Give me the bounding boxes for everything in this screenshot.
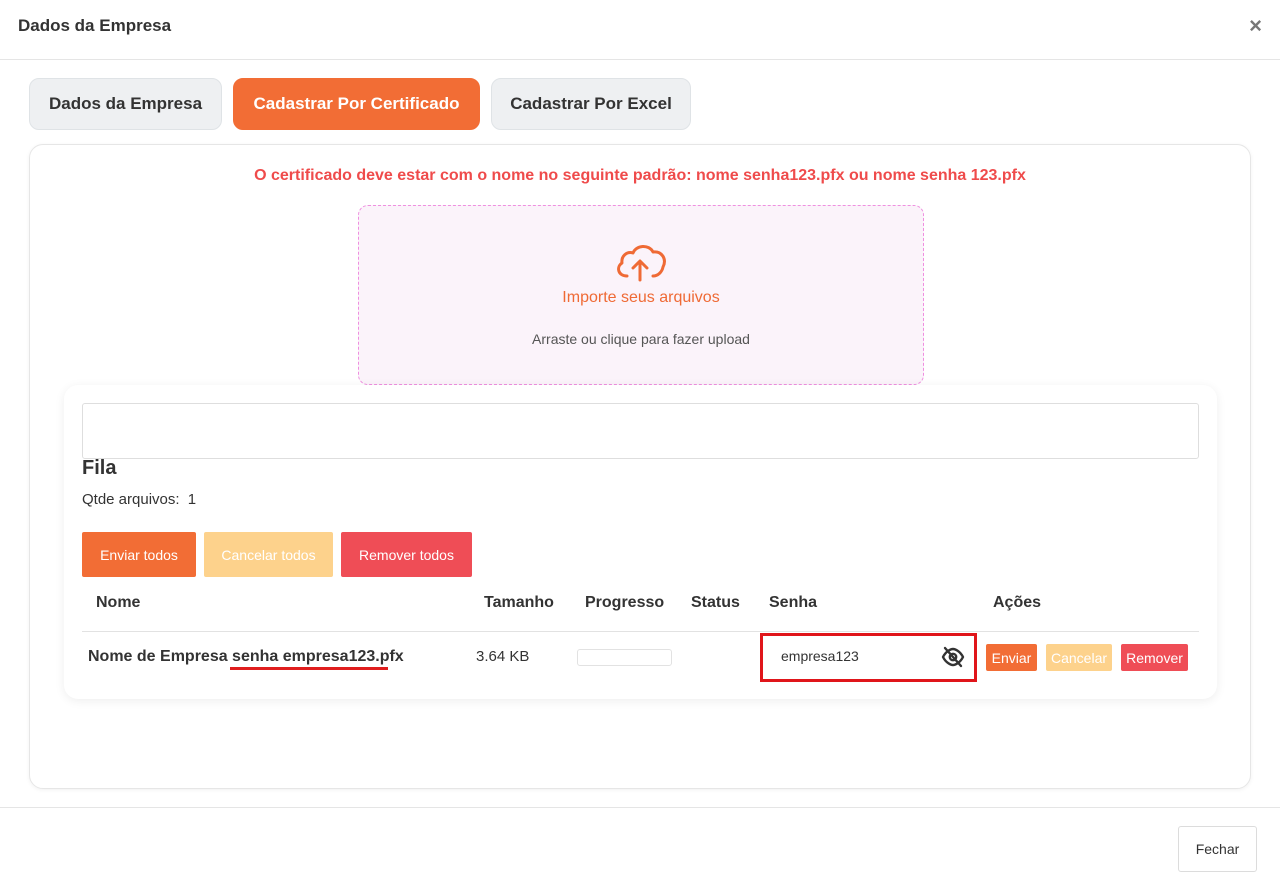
certificate-card: O certificado deve estar com o nome no s… [29,144,1251,789]
column-header-name: Nome [96,594,141,611]
cancel-all-button[interactable]: Cancelar todos [204,532,333,577]
queue-count-value: 1 [187,491,197,508]
tab-cadastrar-por-certificado[interactable]: Cadastrar Por Certificado [233,78,480,130]
close-icon[interactable]: × [1249,14,1262,38]
table-divider [82,631,1199,632]
password-highlight-box [760,633,977,682]
tab-bar: Dados da Empresa Cadastrar Por Certifica… [29,78,691,130]
queue-count-label: Qtde arquivos: [82,491,180,508]
modal-title: Dados da Empresa [18,16,172,35]
remove-file-button[interactable]: Remover [1121,644,1188,671]
queue-title: Fila [82,457,117,479]
empty-preview-area [82,403,1199,459]
eye-slash-icon[interactable] [941,646,965,668]
upload-progress-bar [577,649,672,666]
column-header-progress: Progresso [585,594,665,611]
password-part-underline [230,667,388,670]
close-button[interactable]: Fechar [1178,826,1257,872]
column-header-actions: Ações [993,594,1042,611]
modal-header: Dados da Empresa × [0,0,1280,60]
send-all-button[interactable]: Enviar todos [82,532,196,577]
filename-pattern-notice: O certificado deve estar com o nome no s… [254,167,1026,184]
upload-dropzone[interactable]: Importe seus arquivos Arraste ou clique … [358,205,924,385]
column-header-password: Senha [769,594,818,611]
password-input[interactable] [781,648,931,664]
column-header-status: Status [691,594,740,611]
tab-dados-da-empresa[interactable]: Dados da Empresa [29,78,222,130]
cancel-file-button[interactable]: Cancelar [1046,644,1112,671]
modal-footer: Fechar [0,807,1280,877]
queue-count: Qtde arquivos: 1 [82,491,196,508]
send-file-button[interactable]: Enviar [986,644,1037,671]
tab-cadastrar-por-excel[interactable]: Cadastrar Por Excel [491,78,691,130]
column-header-size: Tamanho [484,594,554,611]
file-size: 3.64 KB [476,648,530,665]
remove-all-button[interactable]: Remover todos [341,532,472,577]
dropzone-subtitle: Arraste ou clique para fazer upload [532,331,750,347]
cloud-upload-icon [617,245,666,282]
dropzone-title: Importe seus arquivos [562,289,720,306]
file-name: Nome de Empresa senha empresa123.pfx [88,648,404,665]
upload-queue-panel: Fila Qtde arquivos: 1 Enviar todos Cance… [64,385,1217,699]
